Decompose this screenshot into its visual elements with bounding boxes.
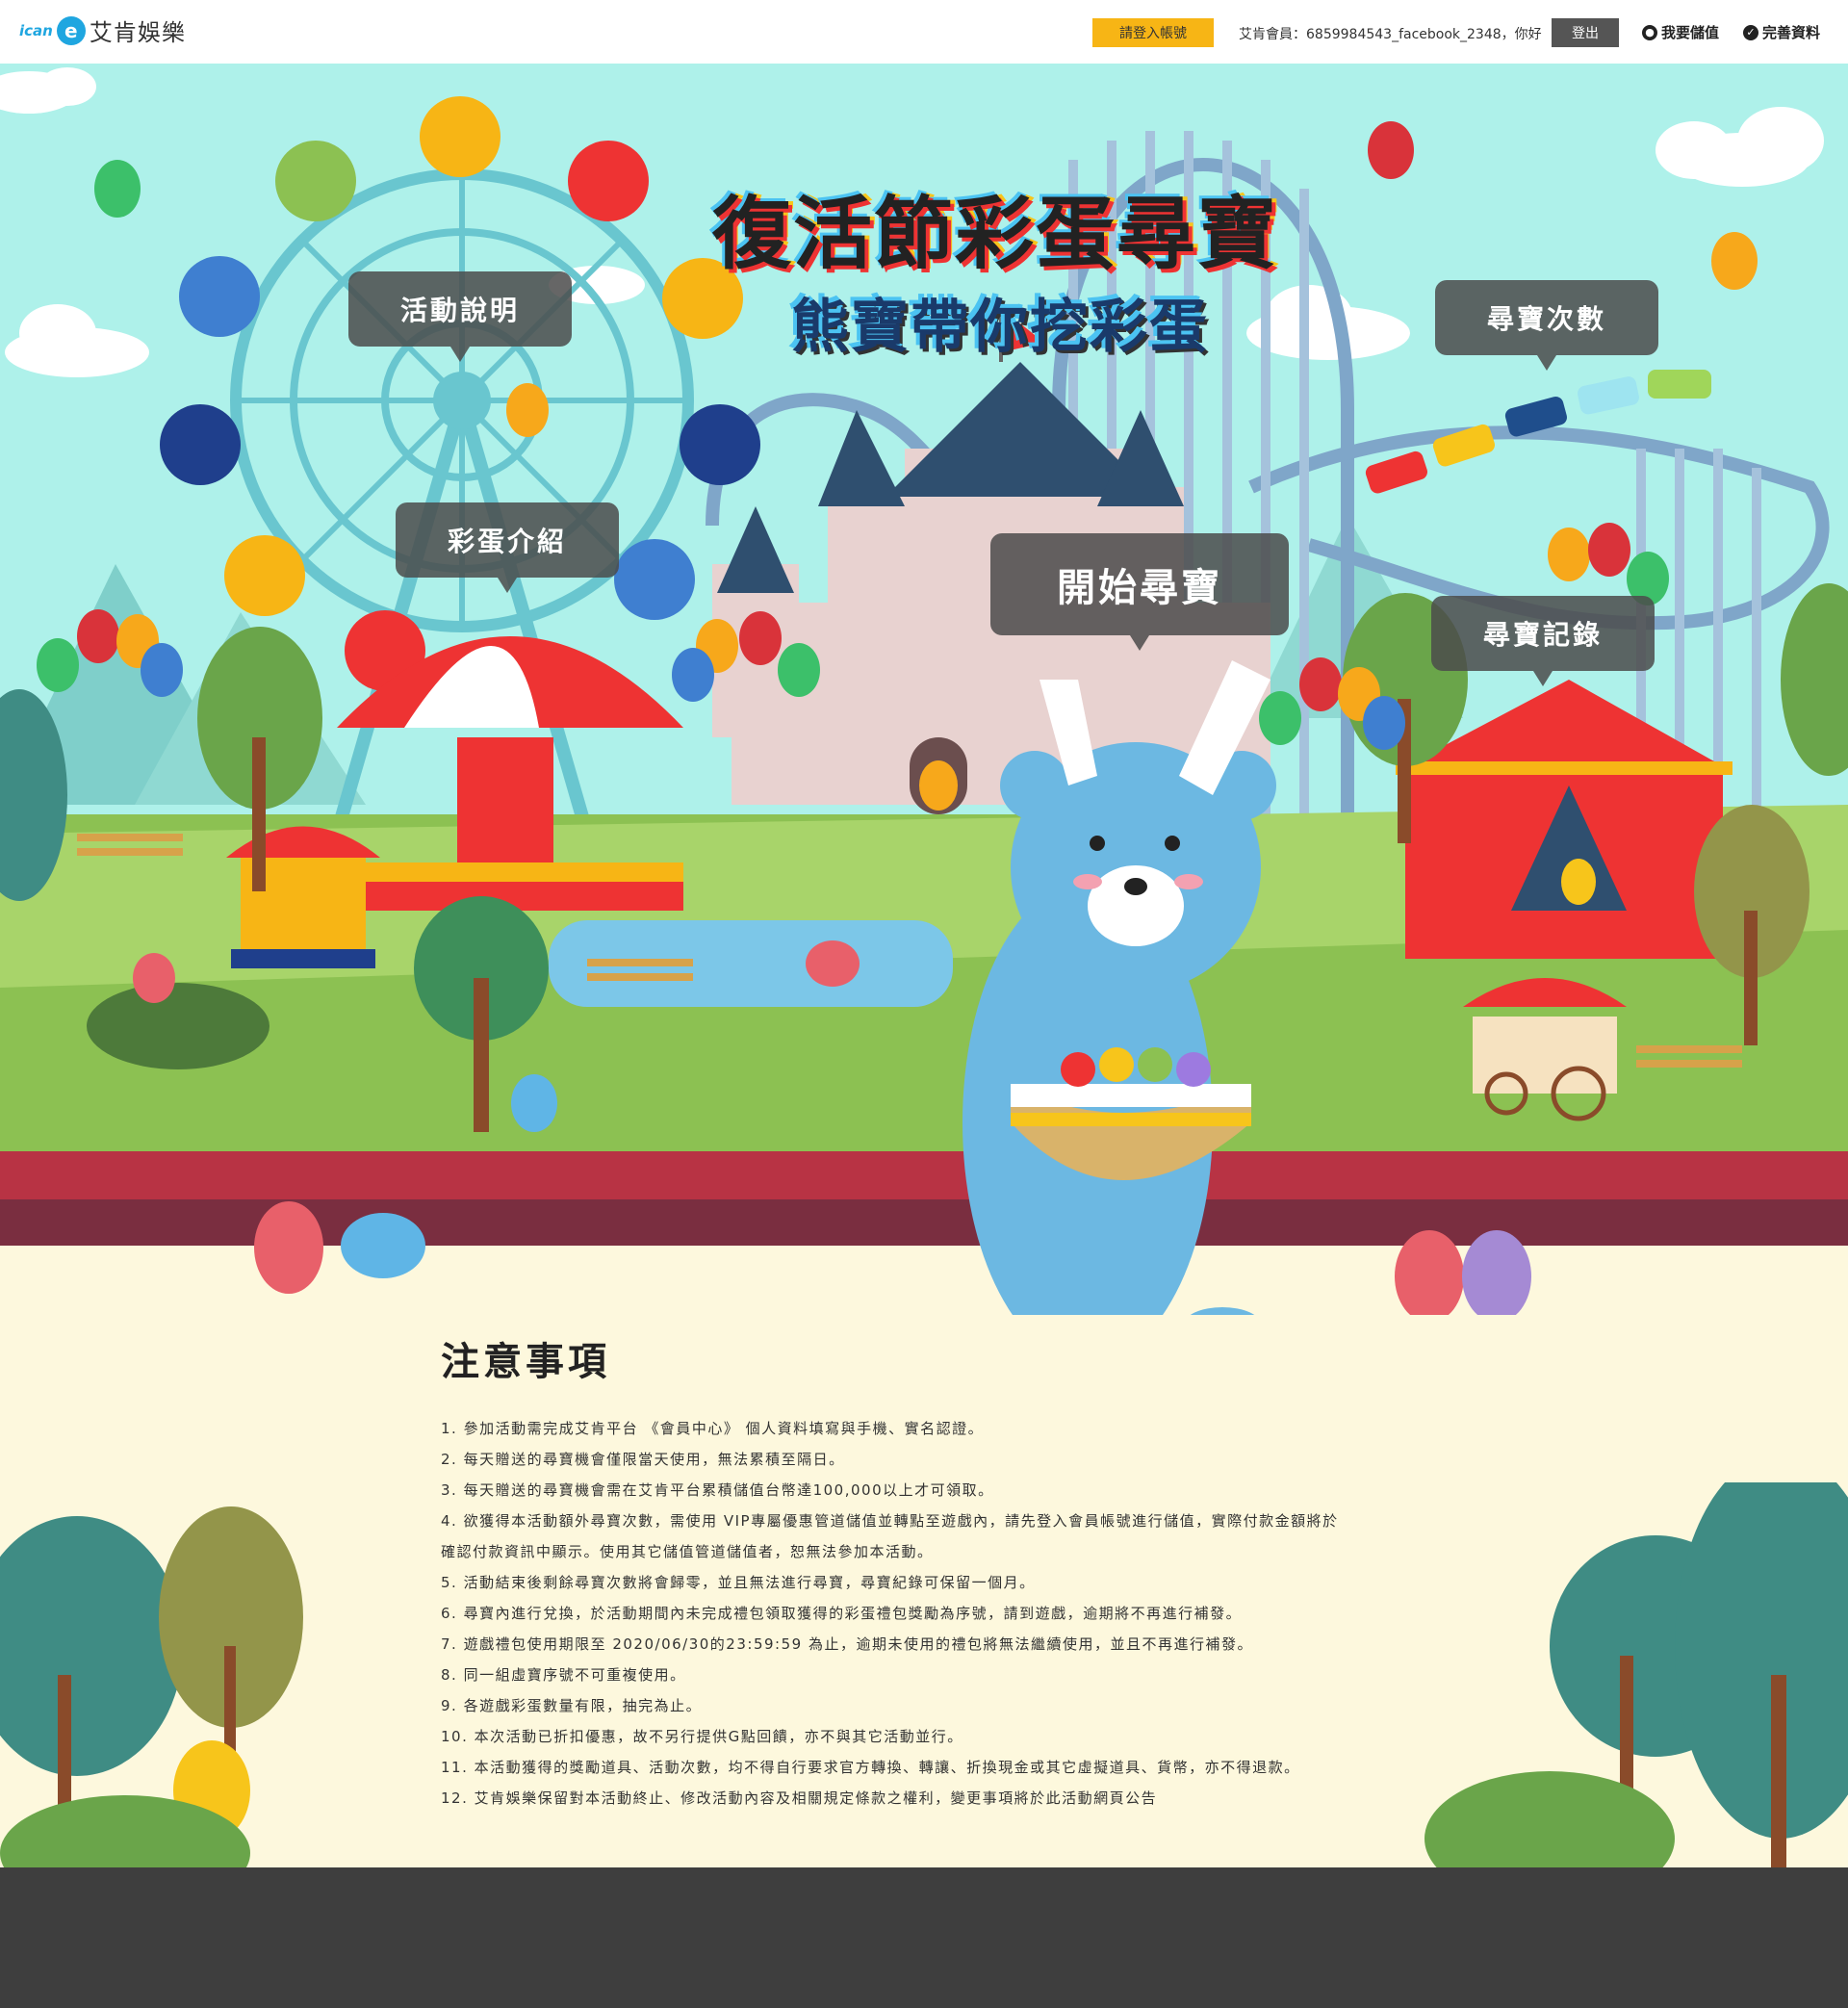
profile-link[interactable]: ✓ 完善資料 [1743, 22, 1820, 42]
notes-item: 8. 同一組虛寶序號不可重複使用。 [441, 1666, 686, 1684]
notes-item: 3. 每天贈送的尋寶機會需在艾肯平台累積儲值台幣達100,000以上才可領取。 [441, 1481, 994, 1499]
notes-item: 1. 參加活動需完成艾肯平台 《會員中心》 個人資料填寫與手機、實名認證。 [441, 1420, 985, 1437]
notes-list: 1. 參加活動需完成艾肯平台 《會員中心》 個人資料填寫與手機、實名認證。 2.… [441, 1413, 1500, 1814]
member-greeting: 艾肯會員：6859984543_facebook_2348，你好 [1239, 27, 1542, 42]
hero-scene: 復活節彩蛋尋寶 熊寶帶你挖彩蛋 活動說明 彩蛋介紹 開始尋寶 尋寶次數 尋寶記錄 [0, 64, 1848, 1315]
page-footer [0, 1867, 1848, 2008]
hunt-record-button[interactable]: 尋寶記錄 [1431, 596, 1655, 686]
notes-item: 4. 欲獲得本活動額外尋寶次數，需使用 VIP專屬優惠管道儲值並轉點至遊戲內，請… [441, 1512, 1339, 1530]
profile-label: 完善資料 [1762, 24, 1821, 41]
notes-item: 11. 本活動獲得的獎勵道具、活動次數，均不得自行要求官方轉換、轉讓、折換現金或… [441, 1759, 1300, 1776]
notes-section: 注意事項 1. 參加活動需完成艾肯平台 《會員中心》 個人資料填寫與手機、實名認… [441, 1330, 1500, 1814]
top-navbar: ican e 艾肯娛樂 請登入帳號 艾肯會員：6859984543_facebo… [0, 0, 1848, 64]
logo-e-icon: e [56, 15, 86, 45]
notes-item: 確認付款資訊中顯示。使用其它儲值管道儲值者，恕無法參加本活動。 [441, 1543, 934, 1560]
notes-title: 注意事項 [441, 1340, 610, 1384]
logout-button[interactable]: 登出 [1552, 18, 1619, 47]
notes-item: 9. 各遊戲彩蛋數量有限，抽完為止。 [441, 1697, 703, 1714]
notes-item: 10. 本次活動已折扣優惠，故不另行提供G點回饋，亦不與其它活動並行。 [441, 1728, 963, 1745]
topup-link[interactable]: ● 我要儲值 [1642, 22, 1719, 42]
check-circle-icon: ✓ [1743, 24, 1758, 40]
event-title: 復活節彩蛋尋寶 [712, 189, 1279, 280]
notes-item: 5. 活動結束後剩餘尋寶次數將會歸零，並且無法進行尋寶，尋寶紀錄可保留一個月。 [441, 1574, 1036, 1591]
egg-intro-button[interactable]: 彩蛋介紹 [396, 502, 619, 593]
event-subtitle: 熊寶帶你挖彩蛋 [791, 294, 1209, 361]
notes-item: 2. 每天贈送的尋寶機會僅限當天使用，無法累積至隔日。 [441, 1451, 845, 1468]
notes-item: 6. 尋寶內進行兌換，於活動期間內未完成禮包領取獲得的彩蛋禮包獎勵為序號，請到遊… [441, 1605, 1243, 1622]
login-button[interactable]: 請登入帳號 [1092, 18, 1214, 47]
logo-text: 艾肯娛樂 [89, 19, 186, 46]
user-icon: ● [1642, 24, 1657, 40]
topup-label: 我要儲值 [1661, 24, 1720, 41]
site-logo[interactable]: ican e 艾肯娛樂 [19, 13, 186, 47]
start-hunt-button[interactable]: 開始尋寶 [990, 533, 1289, 651]
event-info-button[interactable]: 活動說明 [348, 271, 572, 362]
notes-item: 12. 艾肯娛樂保留對本活動終止、修改活動內容及相關規定條款之權利，變更事項將於… [441, 1789, 1158, 1807]
hunt-count-button[interactable]: 尋寶次數 [1435, 280, 1658, 371]
logo-mark: ican [19, 21, 53, 39]
notes-item: 7. 遊戲禮包使用期限至 2020/06/30的23:59:59 為止，逾期未使… [441, 1635, 1253, 1653]
